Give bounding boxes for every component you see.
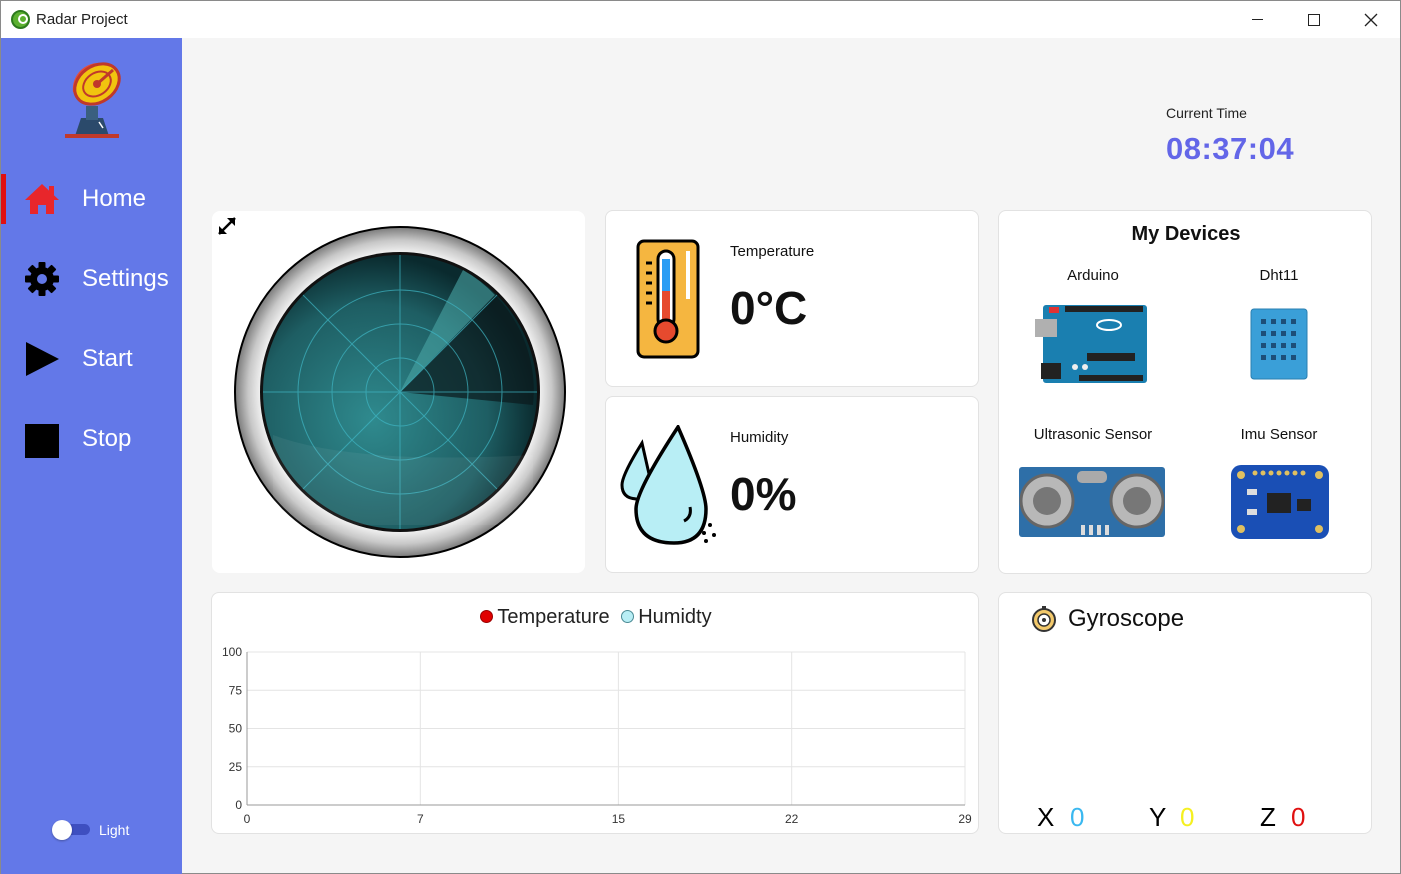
gear-icon	[25, 262, 59, 296]
sidebar: Home Settings Start Stop Light	[1, 38, 182, 874]
minimize-icon	[1251, 19, 1263, 20]
thermometer-icon	[636, 239, 700, 359]
home-icon	[25, 184, 59, 214]
title-bar: Radar Project	[1, 1, 1400, 38]
current-time-label: Current Time	[1166, 105, 1247, 121]
toggle-knob	[52, 820, 72, 840]
sidebar-item-start[interactable]: Start	[1, 334, 182, 384]
radar-display	[234, 226, 566, 558]
y-tick-label: 50	[229, 722, 243, 736]
imu-sensor-icon	[1231, 465, 1329, 539]
gyro-y-label: Y	[1149, 802, 1167, 832]
gyro-y-value: 0	[1180, 802, 1195, 832]
legend-label-humidity: Humidty	[638, 606, 712, 628]
my-devices-card: My Devices Arduino Dht11 Ultrasonic Sens…	[998, 210, 1372, 574]
app-window: Radar Project Home Settings Start Stop L…	[0, 0, 1401, 874]
arduino-board-icon	[1035, 305, 1147, 383]
humidity-value: 0%	[730, 468, 797, 520]
maximize-icon	[1308, 13, 1320, 26]
theme-toggle-label: Light	[99, 822, 130, 838]
gyro-x-label: X	[1037, 802, 1055, 832]
sidebar-item-home[interactable]: Home	[1, 174, 182, 224]
y-tick-label: 0	[235, 798, 242, 812]
play-icon	[26, 342, 59, 376]
x-tick-label: 15	[612, 812, 626, 826]
x-tick-label: 7	[417, 812, 424, 826]
ultrasonic-sensor-icon	[1019, 467, 1165, 537]
x-tick-label: 0	[244, 812, 251, 826]
sidebar-item-stop[interactable]: Stop	[1, 414, 182, 464]
chart-legend: Temperature Humidty	[212, 606, 980, 629]
temperature-card: Temperature 0°C	[605, 210, 979, 387]
sidebar-item-label: Stop	[82, 425, 132, 452]
current-time-value: 08:37:04	[1166, 131, 1295, 166]
sidebar-item-label: Start	[82, 345, 133, 372]
line-chart: 0 25 50 75 100 0 7 15 22 29	[222, 645, 972, 826]
devices-title: My Devices	[1131, 223, 1241, 245]
y-tick-label: 25	[229, 760, 243, 774]
water-drops-icon	[620, 425, 716, 545]
legend-label-temperature: Temperature	[497, 606, 610, 628]
close-icon	[1364, 13, 1378, 26]
humidity-label: Humidity	[730, 429, 789, 446]
maximize-button[interactable]	[1285, 1, 1343, 38]
humidity-card: Humidity 0%	[605, 396, 979, 573]
gyro-z-value: 0	[1291, 802, 1306, 832]
temperature-label: Temperature	[730, 243, 815, 260]
gyro-x-value: 0	[1070, 802, 1085, 832]
gyroscope-icon	[1032, 606, 1056, 632]
radar-card	[212, 211, 585, 573]
y-tick-label: 100	[222, 645, 242, 659]
device-label-dht11: Dht11	[1259, 267, 1299, 284]
x-tick-label: 29	[958, 812, 972, 826]
sensor-chart-card: Temperature Humidty 0 25 50 75 100 0 7 15 22 29	[211, 592, 979, 834]
close-button[interactable]	[1342, 1, 1400, 38]
stop-icon	[25, 424, 59, 458]
device-label-ultrasonic: Ultrasonic Sensor	[1033, 426, 1153, 443]
y-tick-label: 75	[229, 683, 243, 697]
dht11-sensor-icon	[1250, 308, 1308, 380]
gyroscope-card: Gyroscope X 0 Y 0 Z 0	[998, 592, 1372, 834]
legend-marker-humidity	[621, 610, 635, 623]
legend-marker-temperature	[480, 610, 494, 623]
temperature-value: 0°C	[730, 282, 808, 334]
sidebar-item-label: Home	[82, 185, 147, 212]
app-logo-icon	[11, 10, 30, 29]
radar-dish-logo-icon	[65, 62, 121, 138]
sidebar-item-label: Settings	[82, 265, 169, 292]
window-title: Radar Project	[36, 11, 128, 28]
sidebar-item-settings[interactable]: Settings	[1, 254, 182, 304]
gyro-z-label: Z	[1260, 802, 1276, 832]
theme-toggle[interactable]	[52, 820, 92, 840]
device-label-imu: Imu Sensor	[1240, 426, 1318, 443]
device-label-arduino: Arduino	[1067, 267, 1119, 284]
gyroscope-title: Gyroscope	[1068, 605, 1185, 632]
minimize-button[interactable]	[1228, 1, 1286, 38]
x-tick-label: 22	[785, 812, 799, 826]
